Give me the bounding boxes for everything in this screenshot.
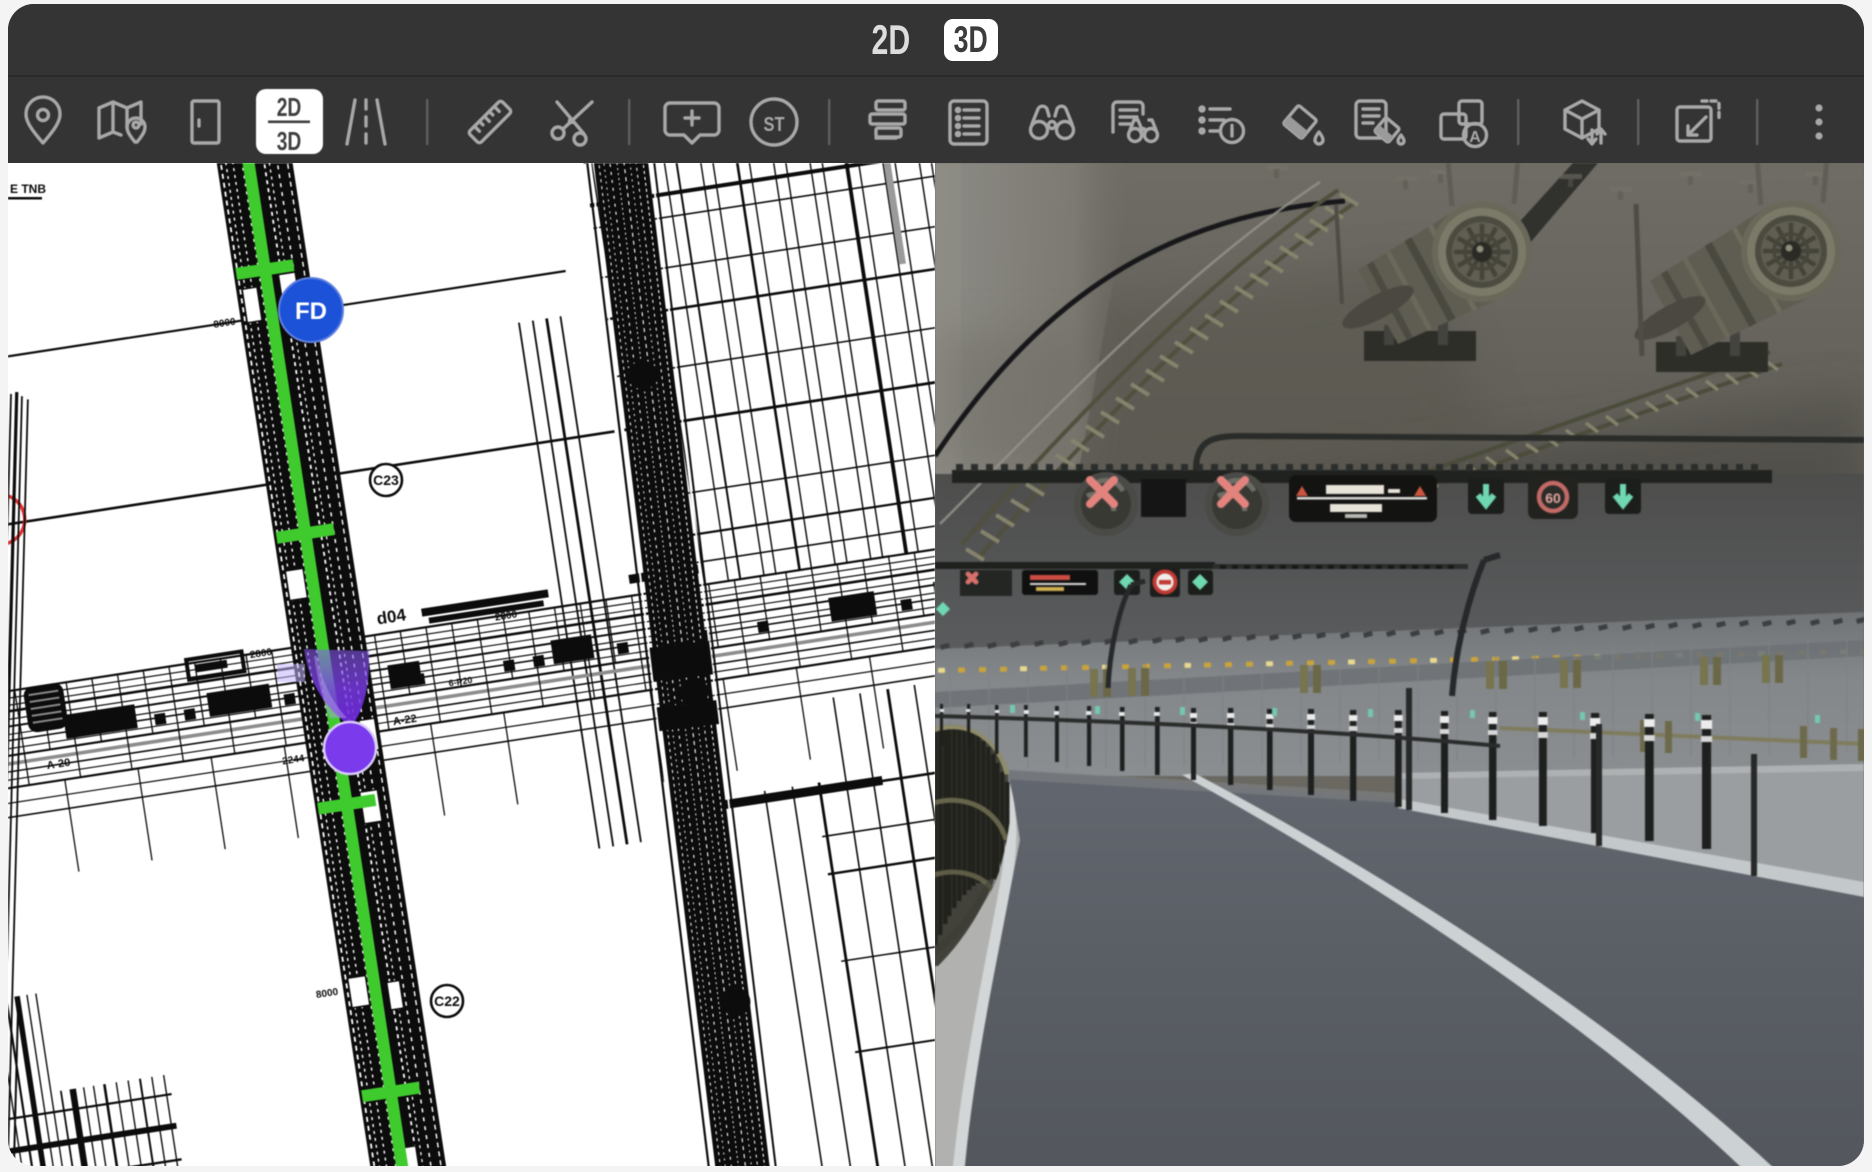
svg-text:C23: C23 <box>373 472 399 488</box>
svg-text:60: 60 <box>1545 490 1561 506</box>
svg-text:2D: 2D <box>277 92 302 122</box>
svg-text:C22: C22 <box>434 993 460 1009</box>
svg-text:FD: FD <box>295 298 327 325</box>
svg-text:ST: ST <box>764 112 785 135</box>
svg-text:E TNB: E TNB <box>10 182 46 196</box>
svg-text:3D: 3D <box>277 126 302 156</box>
svg-text:A: A <box>1469 129 1481 146</box>
